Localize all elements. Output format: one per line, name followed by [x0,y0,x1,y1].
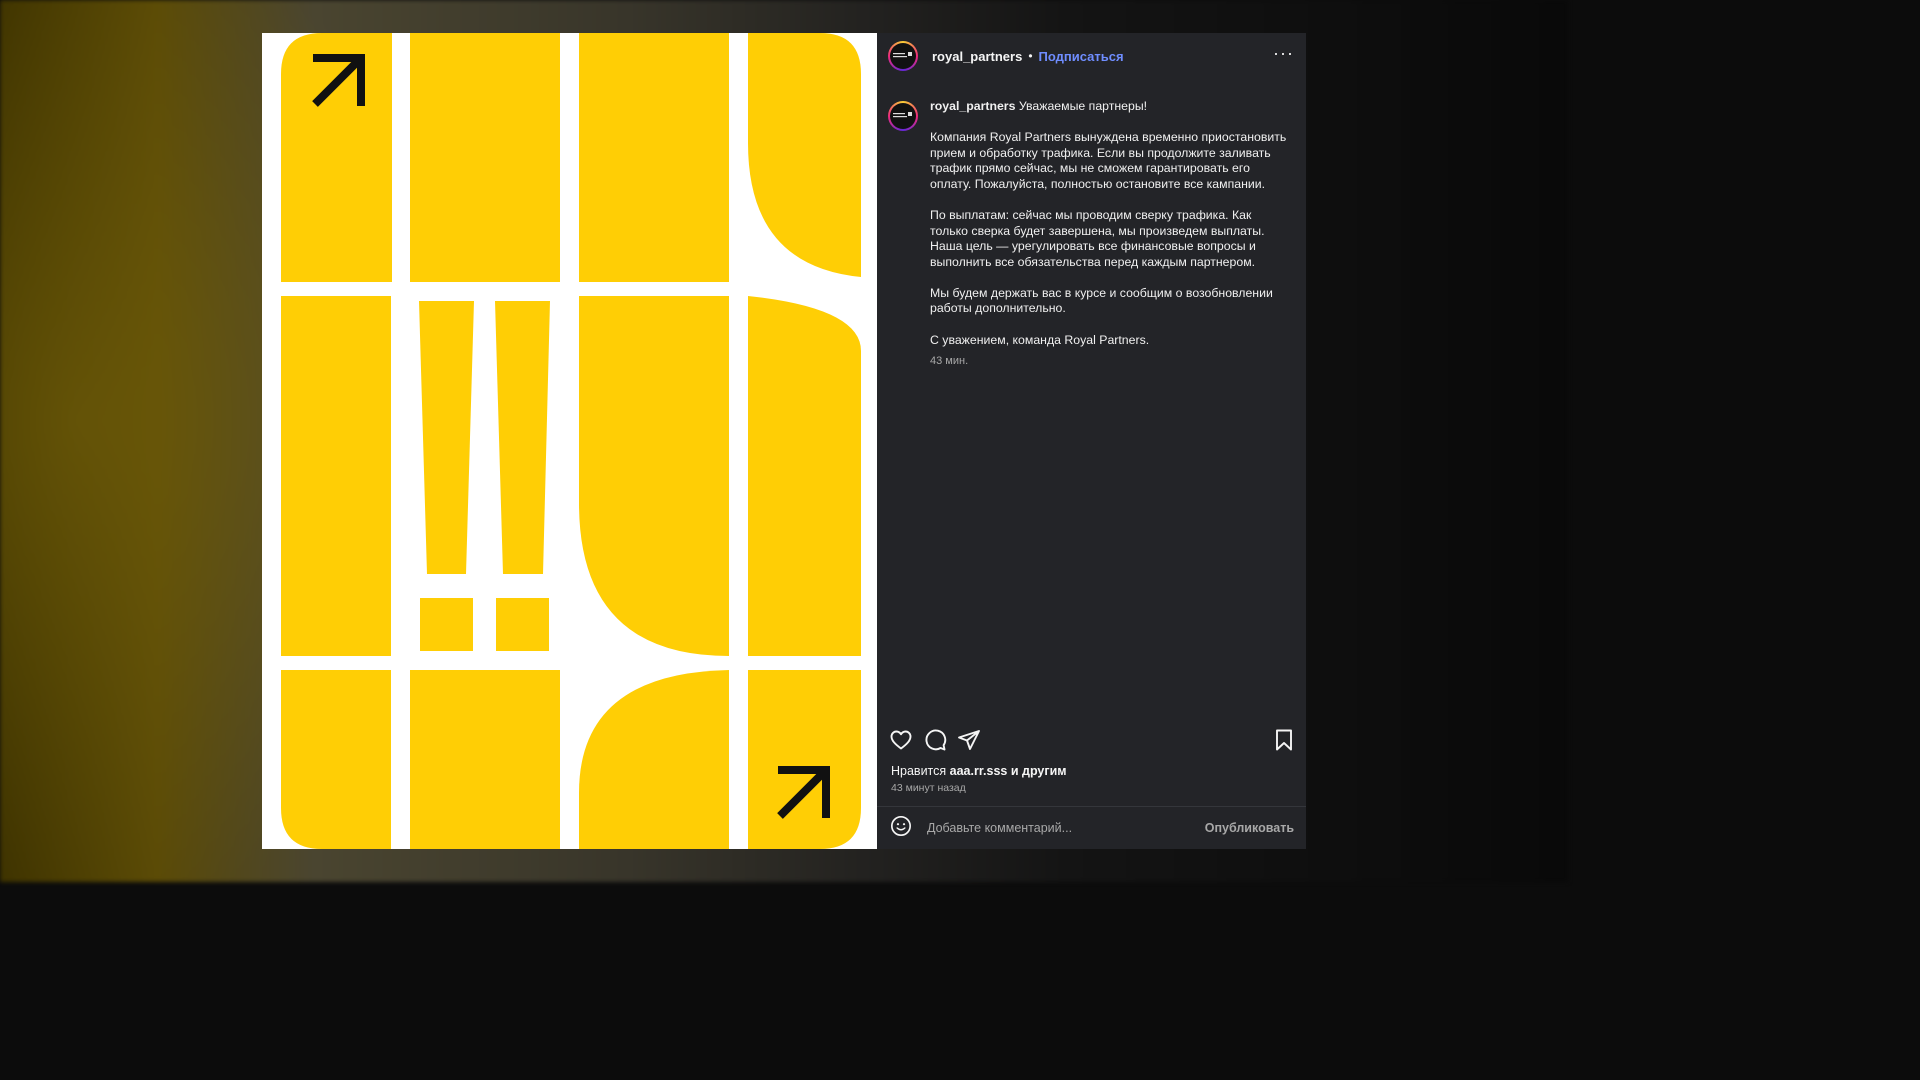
follow-button[interactable]: Подписаться [1039,49,1124,64]
caption-paragraph: По выплатам: сейчас мы проводим сверку т… [930,207,1265,269]
comment-input[interactable] [925,820,1205,836]
caption-paragraph: Мы будем держать вас в курсе и сообщим о… [930,285,1273,316]
publish-button[interactable]: Опубликовать [1205,821,1294,835]
caption-greeting: Уважаемые партнеры! [1018,99,1148,113]
share-icon[interactable] [957,728,981,752]
heart-icon[interactable] [889,728,913,752]
emoji-icon[interactable] [890,815,912,842]
royal-partners-logo-icon [893,112,912,118]
more-options-icon[interactable]: ··· [1273,43,1294,64]
comment-icon[interactable] [923,728,947,752]
liker-username[interactable]: aaa.rr.sss [950,764,1008,778]
royal-partners-logo-icon [893,52,912,58]
instagram-post: royal_partners • Подписаться ··· royal_p… [262,33,1306,849]
caption-text: royal_partners Уважаемые партнеры! Компа… [930,99,1290,370]
caption-paragraph: С уважением, команда Royal Partners. [930,332,1150,347]
caption: royal_partners Уважаемые партнеры! Компа… [888,99,1290,370]
post-timestamp: 43 минут назад [891,782,966,794]
post-header: royal_partners • Подписаться ··· [877,33,1306,79]
caption-avatar[interactable] [888,101,918,131]
caption-username[interactable]: royal_partners [930,99,1015,113]
caption-time: 43 мин. [930,355,969,368]
post-sidebar: royal_partners • Подписаться ··· royal_p… [877,33,1306,849]
post-image [262,33,877,849]
separator-dot: • [1028,49,1033,63]
author-avatar[interactable] [888,41,918,71]
comment-bar: Опубликовать [877,806,1306,849]
caption-paragraph: Компания Royal Partners вынуждена времен… [930,130,1287,191]
likes-summary[interactable]: Нравится aaa.rr.sss и другим [891,764,1067,778]
bookmark-icon[interactable] [1272,728,1296,752]
author-username[interactable]: royal_partners [932,49,1022,64]
action-bar [889,728,1296,752]
